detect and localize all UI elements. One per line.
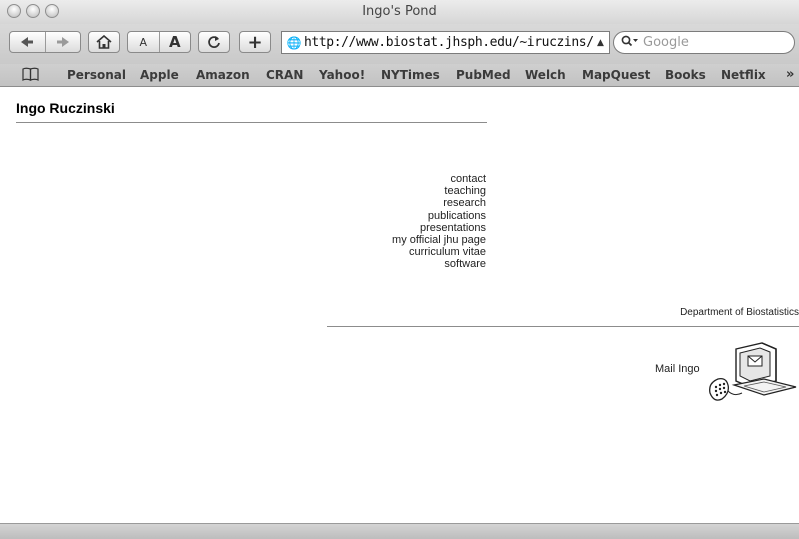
address-history-icon[interactable]: ▲ [597,38,604,48]
browser-toolbar: A A + 🌐 http://www.biostat.jhsph.edu/~ir… [0,24,799,64]
window-title: Ingo's Pond [362,4,437,19]
nav-link-presentations[interactable]: presentations [392,222,486,234]
text-smaller-button[interactable]: A [128,32,160,52]
bookmarks-book-icon[interactable] [22,67,39,81]
bookmark-pubmed[interactable]: PubMed [456,68,511,82]
home-button[interactable] [88,31,120,53]
site-nav: contact teaching research publications p… [392,173,486,271]
bookmark-welch[interactable]: Welch [525,68,566,82]
bookmark-amazon[interactable]: Amazon [196,68,250,82]
text-larger-button[interactable]: A [160,32,191,52]
page-content: Ingo Ruczinski contact teaching research… [0,87,799,523]
nav-link-official-jhu-page[interactable]: my official jhu page [392,234,486,246]
bookmark-yahoo[interactable]: Yahoo! [319,68,365,82]
status-bar [0,523,799,539]
back-button[interactable] [10,32,46,52]
bookmark-personal[interactable]: Personal [67,68,126,82]
header-divider [16,122,487,123]
search-icon [621,35,639,51]
text-size-group: A A [127,31,191,53]
address-text: http://www.biostat.jhsph.edu/~iruczins/ [304,35,594,50]
back-arrow-icon [21,37,34,47]
bookmark-apple[interactable]: Apple [140,68,179,82]
nav-link-publications[interactable]: publications [392,210,486,222]
address-bar[interactable]: 🌐 http://www.biostat.jhsph.edu/~iruczins… [281,31,610,54]
nav-link-contact[interactable]: contact [392,173,486,185]
nav-link-research[interactable]: research [392,197,486,209]
bookmark-mapquest[interactable]: MapQuest [582,68,650,82]
site-icon: 🌐 [286,35,302,50]
nav-link-software[interactable]: software [392,258,486,270]
bookmarks-bar: Personal Apple Amazon CRAN Yahoo! NYTime… [0,64,799,87]
reload-icon [208,36,220,48]
home-icon [96,35,112,49]
forward-arrow-icon [56,37,69,47]
mail-link[interactable]: Mail Ingo [655,363,700,375]
bookmark-cran[interactable]: CRAN [266,68,303,82]
page-title: Ingo Ruczinski [16,100,115,116]
back-forward-group [9,31,81,53]
nav-link-teaching[interactable]: teaching [392,185,486,197]
bookmark-netflix[interactable]: Netflix [721,68,766,82]
add-bookmark-button[interactable]: + [239,31,271,53]
search-field[interactable]: Google [613,31,795,54]
window-titlebar: Ingo's Pond [0,0,799,24]
department-link[interactable]: Department of Biostatistics [680,307,799,318]
nav-link-curriculum-vitae[interactable]: curriculum vitae [392,246,486,258]
search-placeholder: Google [643,35,689,50]
computer-mail-icon[interactable] [704,341,798,403]
bookmarks-overflow-button[interactable]: » [786,67,794,82]
bookmark-nytimes[interactable]: NYTimes [381,68,440,82]
footer-divider [327,326,799,327]
reload-button[interactable] [198,31,230,53]
bookmark-books[interactable]: Books [665,68,706,82]
forward-button[interactable] [46,32,81,52]
